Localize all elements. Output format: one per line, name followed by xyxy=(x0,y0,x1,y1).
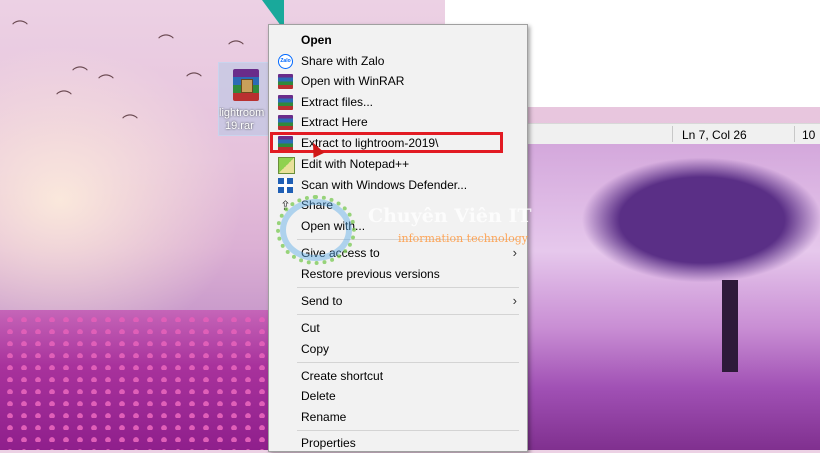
menu-item-label: Extract files... xyxy=(301,95,374,109)
highlight-annotation-box xyxy=(270,132,503,153)
menu-separator xyxy=(297,239,519,240)
menu-item-label: Share with Zalo xyxy=(301,54,385,68)
menu-item-rename[interactable]: Rename xyxy=(269,407,527,427)
bird-decoration: ⌒ xyxy=(228,41,245,58)
bird-decoration: ⌒ xyxy=(186,73,203,90)
tree-trunk xyxy=(722,280,738,372)
menu-item-label: Rename xyxy=(301,410,347,424)
winrar-icon xyxy=(278,115,293,130)
tree-canopy xyxy=(532,150,820,300)
submenu-chevron-icon: › xyxy=(512,293,517,308)
menu-item-label: Open with... xyxy=(301,219,366,233)
menu-item-share-with-zalo[interactable]: Zalo Share with Zalo xyxy=(269,51,527,71)
menu-item-open[interactable]: Open xyxy=(269,30,527,50)
bird-decoration: ⌒ xyxy=(122,115,139,132)
notepad-plus-plus-icon xyxy=(278,157,295,174)
menu-separator xyxy=(297,362,519,363)
cursor-position-status: Ln 7, Col 26 xyxy=(682,128,747,142)
menu-item-extract-here[interactable]: Extract Here xyxy=(269,112,527,132)
bird-decoration: ⌒ xyxy=(56,91,73,108)
context-menu: Open Zalo Share with Zalo Open with WinR… xyxy=(268,24,528,452)
menu-item-label: Restore previous versions xyxy=(301,267,440,281)
menu-item-give-access-to[interactable]: Give access to › xyxy=(269,243,527,263)
menu-item-label: Delete xyxy=(301,389,336,403)
menu-item-label: Open with WinRAR xyxy=(301,74,405,88)
menu-item-restore-previous-versions[interactable]: Restore previous versions xyxy=(269,264,527,284)
bird-decoration: ⌒ xyxy=(98,75,115,92)
menu-item-label: Share xyxy=(301,198,334,212)
submenu-chevron-icon: › xyxy=(512,245,517,260)
bird-decoration: ⌒ xyxy=(158,35,175,52)
menu-item-label: Cut xyxy=(301,321,320,335)
menu-item-properties[interactable]: Properties xyxy=(269,433,527,453)
menu-item-delete[interactable]: Delete xyxy=(269,386,527,406)
menu-item-share[interactable]: ⇪ Share xyxy=(269,195,527,215)
menu-item-label: Properties xyxy=(301,436,356,450)
menu-item-label: Scan with Windows Defender... xyxy=(301,178,468,192)
winrar-icon xyxy=(278,95,293,110)
menu-separator xyxy=(297,287,519,288)
winrar-icon xyxy=(278,74,293,89)
menu-item-label: Edit with Notepad++ xyxy=(301,157,410,171)
notepad-status-bar: Ln 7, Col 26 10 xyxy=(522,123,820,145)
desktop-file-icon[interactable]: lightroom 19.rar xyxy=(218,62,272,136)
menu-separator xyxy=(297,430,519,431)
winrar-archive-icon xyxy=(233,69,259,101)
bird-decoration: ⌒ xyxy=(12,21,29,38)
menu-item-open-with[interactable]: Open with... xyxy=(269,216,527,236)
menu-item-extract-files[interactable]: Extract files... xyxy=(269,92,527,112)
zalo-icon: Zalo xyxy=(278,54,293,69)
menu-item-edit-with-notepad-plus-plus[interactable]: Edit with Notepad++ xyxy=(269,154,527,174)
menu-item-label: Open xyxy=(301,33,332,47)
menu-item-label: Create shortcut xyxy=(301,369,384,383)
menu-separator xyxy=(297,314,519,315)
desktop-file-label-line: lightroom xyxy=(219,107,265,119)
status-separator xyxy=(794,126,795,142)
menu-item-send-to[interactable]: Send to › xyxy=(269,291,527,311)
menu-item-copy[interactable]: Copy xyxy=(269,339,527,359)
menu-item-label: Give access to xyxy=(301,246,380,260)
menu-item-open-with-winrar[interactable]: Open with WinRAR xyxy=(269,71,527,91)
bird-decoration: ⌒ xyxy=(72,67,89,84)
share-icon: ⇪ xyxy=(280,198,291,213)
desktop-file-label-line: 19.rar xyxy=(225,120,254,132)
status-separator xyxy=(672,126,673,142)
menu-item-scan-with-defender[interactable]: Scan with Windows Defender... xyxy=(269,175,527,195)
menu-item-label: Copy xyxy=(301,342,330,356)
windows-defender-icon xyxy=(278,178,293,193)
zoom-status: 10 xyxy=(802,128,816,142)
menu-item-cut[interactable]: Cut xyxy=(269,318,527,338)
menu-item-label: Extract Here xyxy=(301,115,368,129)
menu-item-label: Send to xyxy=(301,294,343,308)
menu-item-create-shortcut[interactable]: Create shortcut xyxy=(269,366,527,386)
wallpaper-flower-field xyxy=(0,310,270,450)
desktop-file-label: lightroom 19.rar xyxy=(219,107,271,133)
